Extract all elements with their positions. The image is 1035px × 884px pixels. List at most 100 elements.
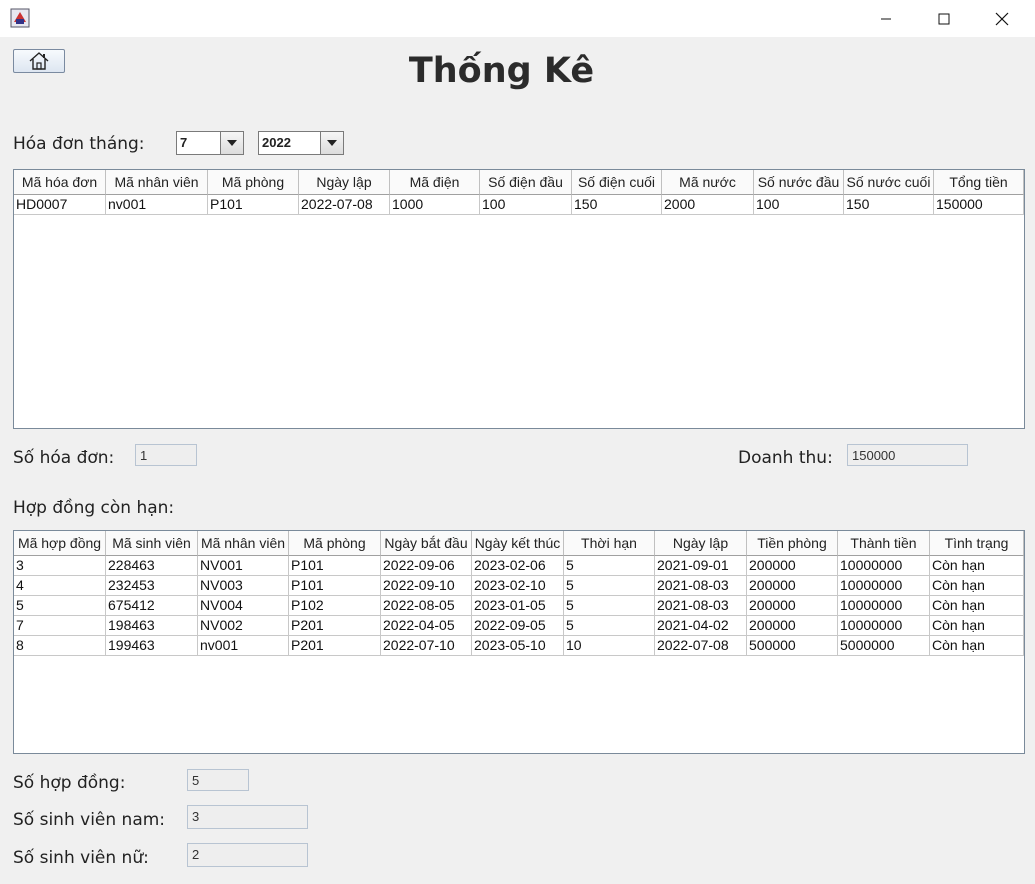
table-cell: 198463 bbox=[106, 616, 198, 636]
table-cell: Còn hạn bbox=[930, 636, 1024, 656]
table-row[interactable]: 3 228463 NV001 P101 2022-09-06 2023-02-06 5 202… bbox=[14, 556, 1024, 576]
table-cell: 150 bbox=[572, 195, 662, 215]
table-row[interactable]: HD0007 nv001 P101 2022-07-08 1000 100 150 2000 1… bbox=[14, 195, 1024, 215]
chevron-down-icon[interactable] bbox=[220, 132, 243, 154]
table-row[interactable]: 5 675412 NV004 P102 2022-08-05 2023-01-05 5 202… bbox=[14, 596, 1024, 616]
contract-table-header: Mã hợp đồng Mã sinh viên Mã nhân viên Mã ph… bbox=[14, 531, 1024, 556]
table-cell: Còn hạn bbox=[930, 556, 1024, 576]
table-cell: 2022-09-06 bbox=[381, 556, 472, 576]
table-cell: 5 bbox=[564, 616, 655, 636]
table-cell: 2023-02-10 bbox=[472, 576, 564, 596]
table-cell: 150 bbox=[844, 195, 934, 215]
table-row[interactable]: 8 199463 nv001 P201 2022-07-10 2023-05-10 10 20… bbox=[14, 636, 1024, 656]
contracts-label: Hợp đồng còn hạn: bbox=[13, 498, 175, 518]
chevron-down-icon[interactable] bbox=[320, 132, 343, 154]
table-cell: 2022-07-08 bbox=[299, 195, 390, 215]
table-cell: Còn hạn bbox=[930, 596, 1024, 616]
column-header[interactable]: Tình trạng bbox=[930, 531, 1024, 556]
table-cell: HD0007 bbox=[14, 195, 106, 215]
column-header[interactable]: Tổng tiền bbox=[934, 170, 1024, 195]
table-cell: NV001 bbox=[198, 556, 289, 576]
column-header[interactable]: Ngày lập bbox=[299, 170, 390, 195]
column-header[interactable]: Mã điện bbox=[390, 170, 480, 195]
maximize-icon bbox=[938, 13, 950, 24]
table-cell: 675412 bbox=[106, 596, 198, 616]
column-header[interactable]: Ngày lập bbox=[655, 531, 747, 556]
column-header[interactable]: Mã sinh viên bbox=[106, 531, 198, 556]
table-cell: 8 bbox=[14, 636, 106, 656]
table-cell: 1000 bbox=[390, 195, 480, 215]
main-content: Thống Kê Hóa đơn tháng: 7 2022 Mã hóa đơ… bbox=[0, 37, 1035, 884]
table-cell: 2022-08-05 bbox=[381, 596, 472, 616]
table-cell: 4 bbox=[14, 576, 106, 596]
table-cell: 2021-08-03 bbox=[655, 576, 747, 596]
month-select[interactable]: 7 bbox=[176, 131, 244, 155]
table-cell: 10000000 bbox=[838, 616, 930, 636]
table-cell: 10000000 bbox=[838, 556, 930, 576]
table-cell: P101 bbox=[208, 195, 299, 215]
table-cell: P102 bbox=[289, 596, 381, 616]
invoice-count-label: Số hóa đơn: bbox=[13, 448, 115, 468]
female-students-field[interactable]: 2 bbox=[187, 843, 308, 867]
column-header[interactable]: Mã nước bbox=[662, 170, 754, 195]
table-cell: NV003 bbox=[198, 576, 289, 596]
table-cell: P201 bbox=[289, 616, 381, 636]
table-cell: 5 bbox=[564, 556, 655, 576]
table-cell: Còn hạn bbox=[930, 576, 1024, 596]
table-row[interactable]: 7 198463 NV002 P201 2022-04-05 2022-09-05 5 202… bbox=[14, 616, 1024, 636]
table-cell: 232453 bbox=[106, 576, 198, 596]
maximize-button[interactable] bbox=[915, 0, 973, 37]
table-cell: P101 bbox=[289, 556, 381, 576]
column-header[interactable]: Mã phòng bbox=[208, 170, 299, 195]
column-header[interactable]: Mã nhân viên bbox=[198, 531, 289, 556]
table-cell: 10000000 bbox=[838, 576, 930, 596]
column-header[interactable]: Ngày bắt đầu bbox=[381, 531, 472, 556]
column-header[interactable]: Số điện đầu bbox=[480, 170, 572, 195]
column-header[interactable]: Mã hợp đồng bbox=[14, 531, 106, 556]
table-cell: 2021-09-01 bbox=[655, 556, 747, 576]
table-cell: 100 bbox=[754, 195, 844, 215]
table-row[interactable]: 4 232453 NV003 P101 2022-09-10 2023-02-10 5 202… bbox=[14, 576, 1024, 596]
column-header[interactable]: Số nước cuối bbox=[844, 170, 934, 195]
column-header[interactable]: Số nước đầu bbox=[754, 170, 844, 195]
column-header[interactable]: Ngày kết thúc bbox=[472, 531, 564, 556]
table-cell: 3 bbox=[14, 556, 106, 576]
table-cell: 5000000 bbox=[838, 636, 930, 656]
column-header[interactable]: Thời hạn bbox=[564, 531, 655, 556]
male-students-label: Số sinh viên nam: bbox=[13, 810, 166, 830]
table-cell: NV004 bbox=[198, 596, 289, 616]
invoice-table[interactable]: Mã hóa đơn Mã nhân viên Mã phòng Ngày lập Mã… bbox=[13, 169, 1025, 429]
table-cell: 10 bbox=[564, 636, 655, 656]
column-header[interactable]: Mã nhân viên bbox=[106, 170, 208, 195]
minimize-button[interactable] bbox=[857, 0, 915, 37]
revenue-field[interactable]: 150000 bbox=[847, 444, 968, 466]
invoice-count-field[interactable]: 1 bbox=[135, 444, 197, 466]
male-students-field[interactable]: 3 bbox=[187, 805, 308, 829]
java-app-icon bbox=[10, 8, 30, 28]
column-header[interactable]: Tiền phòng bbox=[747, 531, 838, 556]
table-cell: nv001 bbox=[198, 636, 289, 656]
year-select[interactable]: 2022 bbox=[258, 131, 344, 155]
table-cell: 200000 bbox=[747, 616, 838, 636]
column-header[interactable]: Số điện cuối bbox=[572, 170, 662, 195]
contract-count-field[interactable]: 5 bbox=[187, 769, 249, 791]
column-header[interactable]: Mã phòng bbox=[289, 531, 381, 556]
table-cell: 500000 bbox=[747, 636, 838, 656]
table-cell: 2022-04-05 bbox=[381, 616, 472, 636]
column-header[interactable]: Thành tiền bbox=[838, 531, 930, 556]
close-button[interactable] bbox=[973, 0, 1031, 37]
contract-table[interactable]: Mã hợp đồng Mã sinh viên Mã nhân viên Mã ph… bbox=[13, 530, 1025, 754]
table-cell: nv001 bbox=[106, 195, 208, 215]
table-cell: P201 bbox=[289, 636, 381, 656]
table-cell: 2022-07-10 bbox=[381, 636, 472, 656]
table-cell: 150000 bbox=[934, 195, 1024, 215]
table-cell: 5 bbox=[14, 596, 106, 616]
table-cell: 7 bbox=[14, 616, 106, 636]
female-students-label: Số sinh viên nữ: bbox=[13, 848, 149, 868]
year-value: 2022 bbox=[262, 135, 291, 150]
table-cell: 228463 bbox=[106, 556, 198, 576]
table-cell: 2023-02-06 bbox=[472, 556, 564, 576]
column-header[interactable]: Mã hóa đơn bbox=[14, 170, 106, 195]
minimize-icon bbox=[881, 18, 891, 19]
table-cell: 2022-09-10 bbox=[381, 576, 472, 596]
